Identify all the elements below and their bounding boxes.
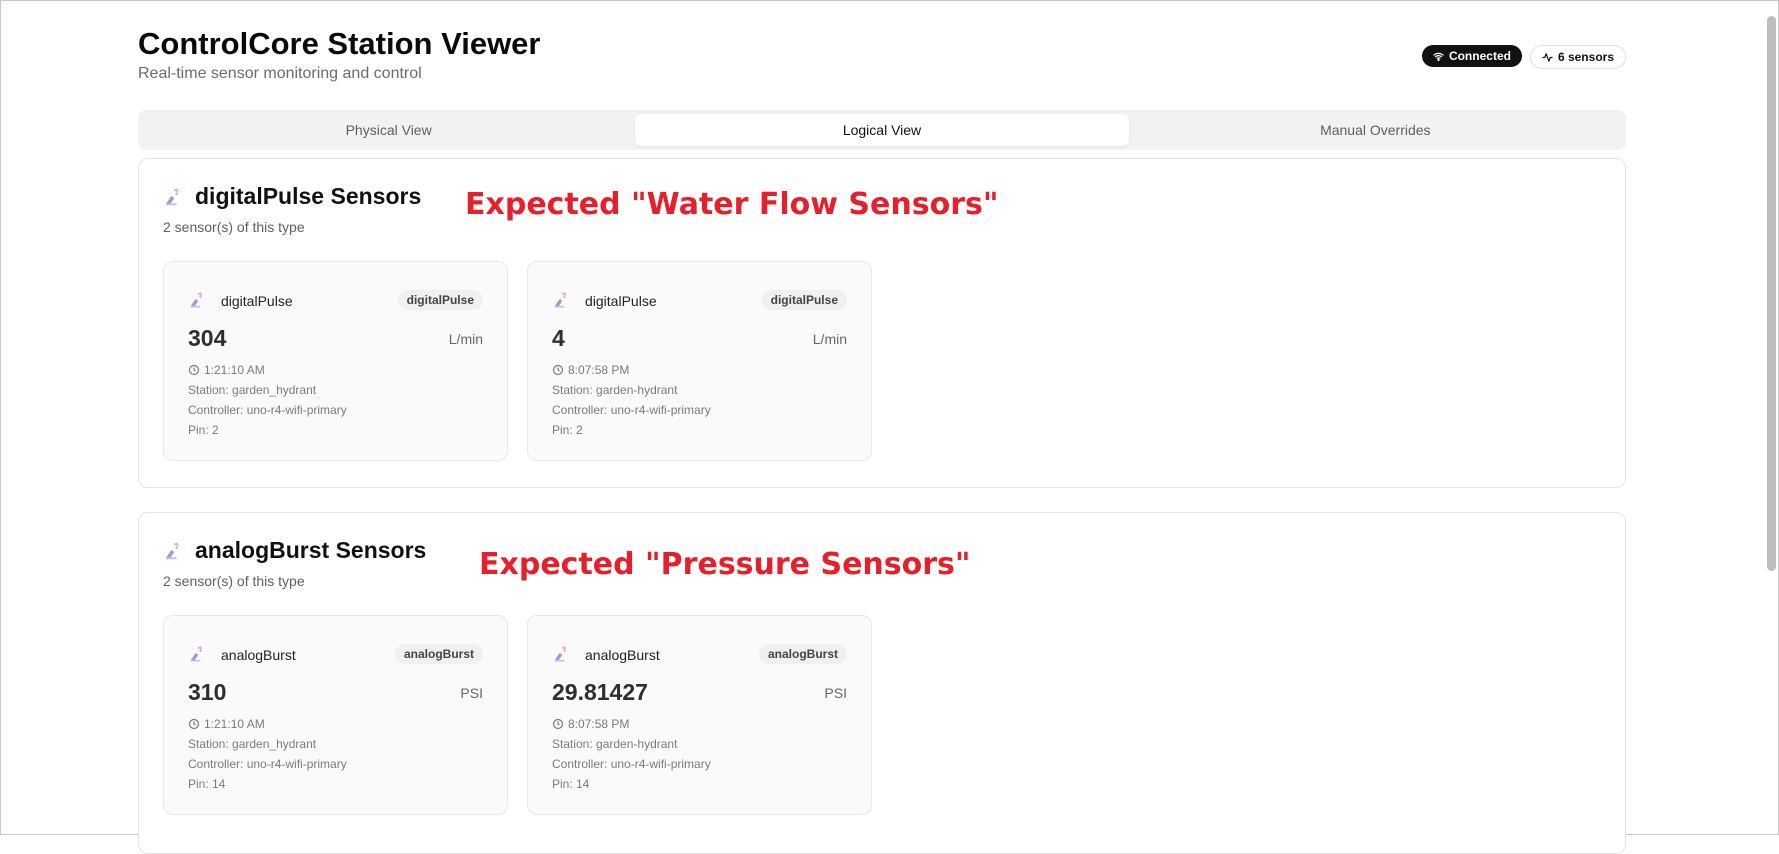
sensor-station: Station: garden_hydrant [188,737,317,751]
sensor-name: analogBurst [585,647,660,663]
sensor-icon [190,646,203,662]
sensor-timestamp: 8:07:58 PM [552,717,629,731]
sensor-time: 1:21:10 AM [204,363,265,377]
sensor-count-badge: 6 sensors [1529,45,1626,69]
sensor-timestamp: 8:07:58 PM [552,363,629,377]
sensor-unit: PSI [460,685,483,701]
section-title: digitalPulse Sensors [195,183,422,209]
page-container: ControlCore Station Viewer Real-time sen… [138,0,1626,854]
sensor-type-badge: analogBurst [758,644,847,664]
sensor-controller: Controller: uno-r4-wifi-primary [188,403,347,417]
connection-status-label: Connected [1448,49,1511,63]
sensor-name: digitalPulse [221,293,293,309]
connection-status-badge: Connected [1421,45,1522,67]
clock-icon [188,364,200,376]
sensor-time: 1:21:10 AM [204,717,265,731]
section-heading: digitalPulse Sensors [163,183,421,210]
sensor-card[interactable]: digitalPulse digitalPulse 304 L/min 1:21… [163,261,508,461]
sensor-controller: Controller: uno-r4-wifi-primary [552,757,711,771]
sensor-controller: Controller: uno-r4-wifi-primary [552,403,711,417]
sensor-time: 8:07:58 PM [568,717,630,731]
activity-icon [1542,52,1553,62]
sensor-icon [165,542,179,559]
sensor-pin: Pin: 14 [188,777,226,791]
sensor-icon [554,646,567,662]
tab-physical-view[interactable]: Physical View [142,114,635,146]
sensor-name: digitalPulse [585,293,657,309]
clock-icon [552,364,564,376]
sensor-pin: Pin: 14 [552,777,590,791]
sensor-unit: L/min [448,331,483,347]
review-annotation: Expected "Pressure Sensors" [479,547,971,582]
tab-manual-overrides[interactable]: Manual Overrides [1129,114,1622,146]
sensor-unit: PSI [824,685,847,701]
wifi-icon [1433,52,1444,61]
section-heading: analogBurst Sensors [163,537,426,564]
review-annotation: Expected "Water Flow Sensors" [465,187,999,222]
sensor-value: 310 [188,679,227,705]
sensor-icon [190,292,203,308]
sensor-station: Station: garden-hydrant [552,737,678,751]
status-bar: Connected 6 sensors [1421,45,1626,69]
sensor-icon [165,188,179,205]
sensor-unit: L/min [812,331,847,347]
vertical-scrollbar[interactable] [1767,16,1776,571]
section-title: analogBurst Sensors [195,537,427,563]
sensor-pin: Pin: 2 [552,423,583,437]
sensor-value: 29.81427 [552,679,648,705]
sensor-station: Station: garden-hydrant [552,383,678,397]
sensor-value: 304 [188,325,227,351]
sensor-count-label: 6 sensors [1557,50,1614,64]
clock-icon [552,718,564,730]
sensor-type-badge: digitalPulse [397,290,483,310]
view-tabs: Physical View Logical View Manual Overri… [138,110,1626,150]
sensor-card[interactable]: analogBurst analogBurst 310 PSI 1:21:10 … [163,615,508,815]
sensor-timestamp: 1:21:10 AM [188,717,265,731]
clock-icon [188,718,200,730]
sensor-card[interactable]: analogBurst analogBurst 29.81427 PSI 8:0… [527,615,872,815]
sensor-type-badge: digitalPulse [761,290,847,310]
sensor-icon [554,292,567,308]
sensor-controller: Controller: uno-r4-wifi-primary [188,757,347,771]
sensor-card[interactable]: digitalPulse digitalPulse 4 L/min 8:07:5… [527,261,872,461]
sensor-timestamp: 1:21:10 AM [188,363,265,377]
page-title: ControlCore Station Viewer [138,26,541,61]
section-count: 2 sensor(s) of this type [163,219,305,235]
page-header: ControlCore Station Viewer Real-time sen… [138,0,1626,110]
section-count: 2 sensor(s) of this type [163,573,305,589]
sensor-type-badge: analogBurst [394,644,483,664]
sensor-value: 4 [552,325,565,351]
tab-logical-view[interactable]: Logical View [635,114,1129,146]
sensor-name: analogBurst [221,647,296,663]
sensor-station: Station: garden_hydrant [188,383,317,397]
page-subtitle: Real-time sensor monitoring and control [138,65,422,82]
sensor-pin: Pin: 2 [188,423,219,437]
sensor-time: 8:07:58 PM [568,363,630,377]
